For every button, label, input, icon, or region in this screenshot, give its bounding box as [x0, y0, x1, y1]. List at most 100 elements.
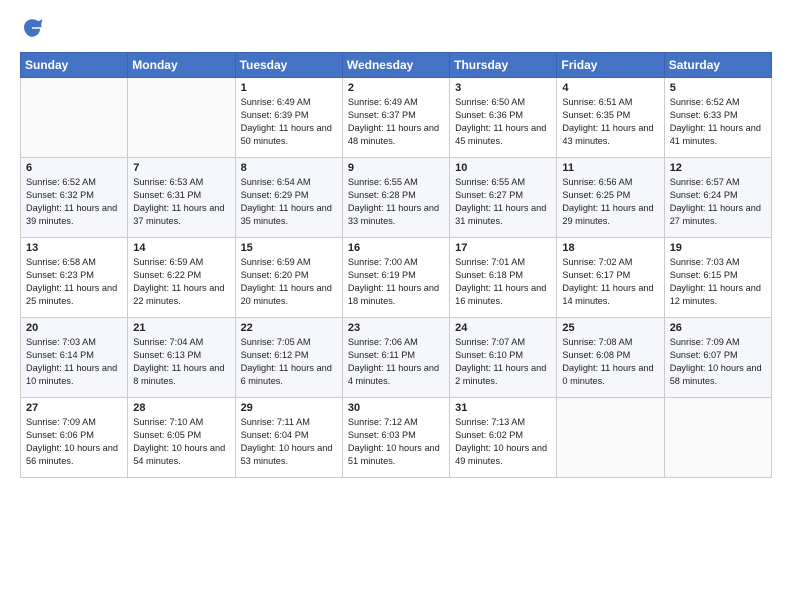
day-info: Sunrise: 7:03 AM Sunset: 6:14 PM Dayligh…: [26, 336, 122, 388]
calendar-cell: 9Sunrise: 6:55 AM Sunset: 6:28 PM Daylig…: [342, 158, 449, 238]
calendar-cell: 7 Sunrise: 6:53 AM Sunset: 6:31 PM Daylig…: [128, 158, 235, 238]
day-info: Sunrise: 6:49 AM Sunset: 6:39 PM Dayligh…: [241, 96, 337, 148]
day-info: Sunrise: 7:09 AM Sunset: 6:06 PM Dayligh…: [26, 416, 122, 468]
day-info: Sunrise: 6:57 AM Sunset: 6:24 PM Dayligh…: [670, 176, 766, 228]
day-number: 11: [562, 162, 658, 174]
calendar-body: 1 Sunrise: 6:49 AM Sunset: 6:39 PM Daylig…: [21, 78, 772, 478]
day-info: Sunrise: 7:07 AM Sunset: 6:10 PM Dayligh…: [455, 336, 551, 388]
day-header-monday: Monday: [128, 53, 235, 78]
calendar-cell: 3 Sunrise: 6:50 AM Sunset: 6:36 PM Daylig…: [450, 78, 557, 158]
calendar-cell: [21, 78, 128, 158]
day-info: Sunrise: 7:06 AM Sunset: 6:11 PM Dayligh…: [348, 336, 444, 388]
day-info: Sunrise: 6:53 AM Sunset: 6:31 PM Dayligh…: [133, 176, 229, 228]
day-number: 19: [670, 242, 766, 254]
day-info: Sunrise: 6:55 AM Sunset: 6:28 PM Dayligh…: [348, 176, 444, 228]
day-header-friday: Friday: [557, 53, 664, 78]
day-number: 8: [241, 162, 337, 174]
day-info: Sunrise: 6:49 AM Sunset: 6:37 PM Dayligh…: [348, 96, 444, 148]
day-info: Sunrise: 7:10 AM Sunset: 6:05 PM Dayligh…: [133, 416, 229, 468]
day-number: 23: [348, 322, 444, 334]
day-number: 3: [455, 82, 551, 94]
day-info: Sunrise: 7:12 AM Sunset: 6:03 PM Dayligh…: [348, 416, 444, 468]
day-number: 18: [562, 242, 658, 254]
day-number: 12: [670, 162, 766, 174]
calendar-cell: 2 Sunrise: 6:49 AM Sunset: 6:37 PM Daylig…: [342, 78, 449, 158]
day-header-saturday: Saturday: [664, 53, 771, 78]
day-info: Sunrise: 7:13 AM Sunset: 6:02 PM Dayligh…: [455, 416, 551, 468]
calendar-cell: 19Sunrise: 7:03 AM Sunset: 6:15 PM Dayli…: [664, 238, 771, 318]
day-info: Sunrise: 7:00 AM Sunset: 6:19 PM Dayligh…: [348, 256, 444, 308]
day-number: 16: [348, 242, 444, 254]
calendar-cell: 10Sunrise: 6:55 AM Sunset: 6:27 PM Dayli…: [450, 158, 557, 238]
calendar-cell: 27Sunrise: 7:09 AM Sunset: 6:06 PM Dayli…: [21, 398, 128, 478]
calendar-cell: [128, 78, 235, 158]
calendar-cell: 23 Sunrise: 7:06 AM Sunset: 6:11 PM Dayli…: [342, 318, 449, 398]
day-header-wednesday: Wednesday: [342, 53, 449, 78]
day-info: Sunrise: 6:59 AM Sunset: 6:22 PM Dayligh…: [133, 256, 229, 308]
day-number: 5: [670, 82, 766, 94]
logo: [20, 16, 48, 40]
day-info: Sunrise: 7:01 AM Sunset: 6:18 PM Dayligh…: [455, 256, 551, 308]
day-number: 30: [348, 402, 444, 414]
day-header-tuesday: Tuesday: [235, 53, 342, 78]
day-info: Sunrise: 7:08 AM Sunset: 6:08 PM Dayligh…: [562, 336, 658, 388]
calendar-cell: 14 Sunrise: 6:59 AM Sunset: 6:22 PM Dayli…: [128, 238, 235, 318]
day-number: 22: [241, 322, 337, 334]
day-info: Sunrise: 7:11 AM Sunset: 6:04 PM Dayligh…: [241, 416, 337, 468]
day-number: 2: [348, 82, 444, 94]
day-info: Sunrise: 7:02 AM Sunset: 6:17 PM Dayligh…: [562, 256, 658, 308]
day-info: Sunrise: 7:05 AM Sunset: 6:12 PM Dayligh…: [241, 336, 337, 388]
day-info: Sunrise: 6:56 AM Sunset: 6:25 PM Dayligh…: [562, 176, 658, 228]
calendar-cell: 16 Sunrise: 7:00 AM Sunset: 6:19 PM Dayli…: [342, 238, 449, 318]
calendar-week-row: 27Sunrise: 7:09 AM Sunset: 6:06 PM Dayli…: [21, 398, 772, 478]
calendar-cell: 17 Sunrise: 7:01 AM Sunset: 6:18 PM Dayli…: [450, 238, 557, 318]
day-number: 20: [26, 322, 122, 334]
day-header-thursday: Thursday: [450, 53, 557, 78]
calendar-table: SundayMondayTuesdayWednesdayThursdayFrid…: [20, 52, 772, 478]
day-header-sunday: Sunday: [21, 53, 128, 78]
calendar-header-row: SundayMondayTuesdayWednesdayThursdayFrid…: [21, 53, 772, 78]
calendar-cell: 12 Sunrise: 6:57 AM Sunset: 6:24 PM Dayli…: [664, 158, 771, 238]
calendar-cell: [557, 398, 664, 478]
day-info: Sunrise: 6:50 AM Sunset: 6:36 PM Dayligh…: [455, 96, 551, 148]
calendar-cell: 1 Sunrise: 6:49 AM Sunset: 6:39 PM Daylig…: [235, 78, 342, 158]
calendar-week-row: 20 Sunrise: 7:03 AM Sunset: 6:14 PM Dayli…: [21, 318, 772, 398]
calendar-cell: 8Sunrise: 6:54 AM Sunset: 6:29 PM Daylig…: [235, 158, 342, 238]
day-info: Sunrise: 6:59 AM Sunset: 6:20 PM Dayligh…: [241, 256, 337, 308]
calendar-week-row: 1 Sunrise: 6:49 AM Sunset: 6:39 PM Daylig…: [21, 78, 772, 158]
day-number: 4: [562, 82, 658, 94]
calendar-cell: 6 Sunrise: 6:52 AM Sunset: 6:32 PM Daylig…: [21, 158, 128, 238]
day-number: 10: [455, 162, 551, 174]
calendar-cell: 29 Sunrise: 7:11 AM Sunset: 6:04 PM Dayli…: [235, 398, 342, 478]
calendar-cell: 20 Sunrise: 7:03 AM Sunset: 6:14 PM Dayli…: [21, 318, 128, 398]
day-info: Sunrise: 7:04 AM Sunset: 6:13 PM Dayligh…: [133, 336, 229, 388]
day-number: 13: [26, 242, 122, 254]
day-number: 7: [133, 162, 229, 174]
day-info: Sunrise: 7:09 AM Sunset: 6:07 PM Dayligh…: [670, 336, 766, 388]
calendar-cell: 18 Sunrise: 7:02 AM Sunset: 6:17 PM Dayli…: [557, 238, 664, 318]
day-info: Sunrise: 6:51 AM Sunset: 6:35 PM Dayligh…: [562, 96, 658, 148]
calendar-cell: 25 Sunrise: 7:08 AM Sunset: 6:08 PM Dayli…: [557, 318, 664, 398]
day-number: 6: [26, 162, 122, 174]
day-number: 29: [241, 402, 337, 414]
calendar-week-row: 6 Sunrise: 6:52 AM Sunset: 6:32 PM Daylig…: [21, 158, 772, 238]
page-header: [20, 16, 772, 40]
day-number: 25: [562, 322, 658, 334]
calendar-cell: 22 Sunrise: 7:05 AM Sunset: 6:12 PM Dayli…: [235, 318, 342, 398]
calendar-cell: 5Sunrise: 6:52 AM Sunset: 6:33 PM Daylig…: [664, 78, 771, 158]
day-number: 31: [455, 402, 551, 414]
day-number: 1: [241, 82, 337, 94]
calendar-cell: 24 Sunrise: 7:07 AM Sunset: 6:10 PM Dayli…: [450, 318, 557, 398]
day-number: 28: [133, 402, 229, 414]
calendar-cell: [664, 398, 771, 478]
calendar-week-row: 13Sunrise: 6:58 AM Sunset: 6:23 PM Dayli…: [21, 238, 772, 318]
day-number: 21: [133, 322, 229, 334]
calendar-cell: 31 Sunrise: 7:13 AM Sunset: 6:02 PM Dayli…: [450, 398, 557, 478]
day-number: 24: [455, 322, 551, 334]
day-number: 17: [455, 242, 551, 254]
calendar-cell: 28 Sunrise: 7:10 AM Sunset: 6:05 PM Dayli…: [128, 398, 235, 478]
day-info: Sunrise: 6:52 AM Sunset: 6:32 PM Dayligh…: [26, 176, 122, 228]
day-number: 26: [670, 322, 766, 334]
day-number: 14: [133, 242, 229, 254]
calendar-cell: 13Sunrise: 6:58 AM Sunset: 6:23 PM Dayli…: [21, 238, 128, 318]
